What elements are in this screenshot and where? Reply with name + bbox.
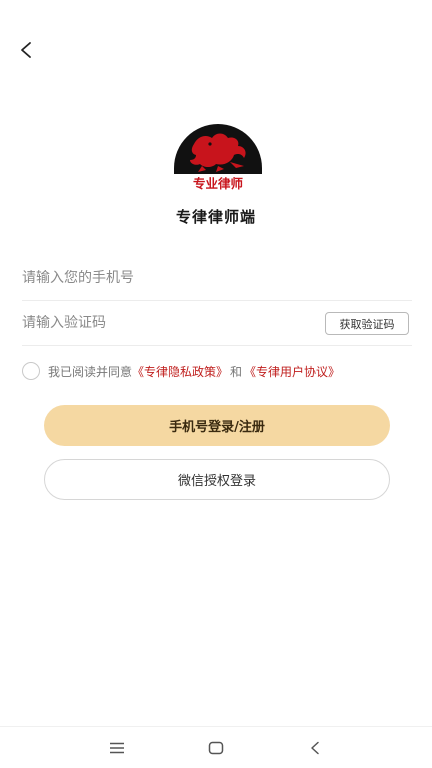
user-agreement-link[interactable]: 《专律用户协议》 <box>244 363 340 380</box>
phone-input[interactable] <box>22 269 412 286</box>
nav-back-button[interactable] <box>301 736 329 760</box>
privacy-policy-link[interactable]: 《专律隐私政策》 <box>132 363 228 380</box>
agreement-row: 我已阅读并同意 《专律隐私政策》 和 《专律用户协议》 <box>22 361 340 381</box>
menu-icon <box>110 742 124 754</box>
nav-home-button[interactable] <box>202 736 230 760</box>
agreement-prefix: 我已阅读并同意 <box>48 364 133 379</box>
system-nav-bar <box>0 726 432 768</box>
nav-menu-button[interactable] <box>103 736 131 760</box>
phone-field-row <box>22 255 412 301</box>
agreement-conjunction: 和 <box>230 364 243 379</box>
wechat-login-button[interactable]: 微信授权登录 <box>44 459 390 500</box>
home-icon <box>208 741 224 755</box>
login-screen: 专业律师 专律律师端 获取验证码 我已阅读并同意 《专律隐私政策》 和 《专律用… <box>0 0 432 768</box>
get-code-button[interactable]: 获取验证码 <box>325 312 409 335</box>
phone-login-button[interactable]: 手机号登录/注册 <box>44 405 390 446</box>
chevron-left-icon <box>21 42 31 58</box>
back-button[interactable] <box>12 36 40 64</box>
agree-checkbox[interactable] <box>22 362 40 380</box>
back-icon <box>311 741 319 755</box>
verification-code-input[interactable] <box>22 314 312 331</box>
code-field-row: 获取验证码 <box>22 300 412 346</box>
logo-caption: 专业律师 <box>193 176 244 191</box>
app-logo: 专业律师 <box>174 124 262 191</box>
app-name: 专律律师端 <box>175 208 256 226</box>
